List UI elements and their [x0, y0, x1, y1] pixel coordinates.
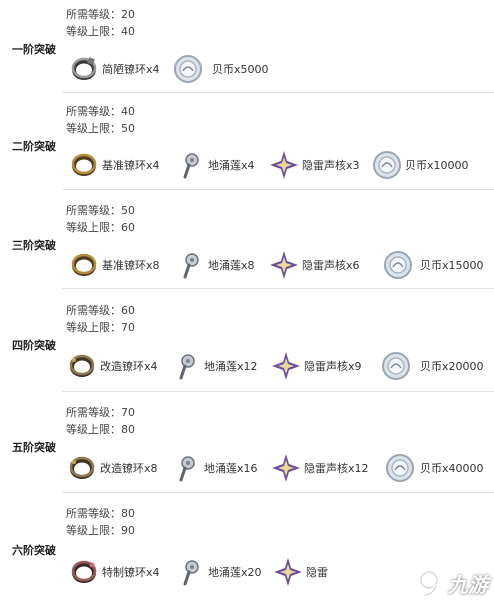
- level-cap: 等级上限：40: [66, 25, 135, 38]
- stage-title: 六阶突破: [12, 544, 56, 557]
- material-item: 隐雷声核x6: [268, 248, 360, 282]
- shell-coin-icon: [172, 53, 204, 85]
- stage-title: 二阶突破: [12, 140, 56, 153]
- watermark: 九游: [416, 568, 488, 598]
- level-cap: 等级上限：50: [66, 122, 135, 135]
- material-label: 地涌莲x16: [204, 462, 258, 475]
- ring-plain-icon: [68, 53, 100, 85]
- material-label: 特制镣环x4: [102, 566, 160, 579]
- ring-modified-icon: [66, 452, 98, 484]
- ring-modified-icon: [66, 350, 98, 382]
- material-label: 简陋镣环x4: [102, 63, 160, 76]
- material-label: 地涌莲x8: [208, 259, 255, 272]
- shell-coin-icon: [384, 452, 416, 484]
- material-item: 改造镣环x4: [66, 349, 158, 383]
- ring-gold-icon: [68, 149, 100, 181]
- material-label: 贝币x15000: [420, 259, 484, 272]
- required-level: 所需等级：80: [66, 507, 135, 520]
- material-label: 基准镣环x8: [102, 259, 160, 272]
- material-label: 贝币x20000: [420, 360, 484, 373]
- thunder-core-icon: [270, 350, 302, 382]
- material-label: 地涌莲x12: [204, 360, 258, 373]
- thunder-core-icon: [272, 556, 304, 588]
- lotus-stone-icon: [170, 350, 202, 382]
- required-level: 所需等级：40: [66, 105, 135, 118]
- stage-row-3: 所需等级：50 等级上限：60 三阶突破 基准镣环x8 地涌莲x8 隐雷声核x6…: [0, 190, 494, 288]
- thunder-core-icon: [270, 452, 302, 484]
- material-label: 地涌莲x20: [208, 566, 262, 579]
- material-label: 隐雷声核x6: [302, 259, 360, 272]
- material-label: 改造镣环x8: [100, 462, 158, 475]
- material-item: 贝币x15000: [382, 248, 484, 282]
- material-item: 简陋镣环x4: [68, 52, 160, 86]
- material-label: 改造镣环x4: [100, 360, 158, 373]
- material-item: 地涌莲x8: [174, 248, 255, 282]
- material-label: 隐雷声核x3: [302, 159, 360, 172]
- material-label: 基准镣环x4: [102, 159, 160, 172]
- required-level: 所需等级：50: [66, 204, 135, 217]
- level-cap: 等级上限：90: [66, 524, 135, 537]
- material-item: 隐雷声核x9: [270, 349, 362, 383]
- lotus-stone-icon: [174, 149, 206, 181]
- thunder-core-icon: [268, 149, 300, 181]
- shell-coin-icon: [380, 350, 412, 382]
- stage-title: 四阶突破: [12, 339, 56, 352]
- material-label: 地涌莲x4: [208, 159, 255, 172]
- material-item: 隐雷声核x12: [270, 451, 369, 485]
- stage-title: 五阶突破: [12, 441, 56, 454]
- thunder-core-icon: [268, 249, 300, 281]
- stage-row-2: 所需等级：40 等级上限：50 二阶突破 基准镣环x4 地涌莲x4 隐雷声核x3…: [0, 93, 494, 189]
- ring-gold-icon: [68, 249, 100, 281]
- stage-title: 一阶突破: [12, 43, 56, 56]
- material-label: 贝币x5000: [212, 63, 269, 76]
- material-label: 隐雷声核x9: [304, 360, 362, 373]
- ring-special-icon: [68, 556, 100, 588]
- stage-row-1: 所需等级：20 等级上限：40 一阶突破 简陋镣环x4 贝币x5000: [0, 0, 494, 92]
- material-item: 贝币x10000: [371, 148, 469, 182]
- material-item: 隐雷: [272, 555, 328, 589]
- level-cap: 等级上限：60: [66, 221, 135, 234]
- shell-coin-icon: [371, 149, 403, 181]
- material-label: 贝币x10000: [405, 159, 469, 172]
- required-level: 所需等级：70: [66, 406, 135, 419]
- material-list: 基准镣环x4 地涌莲x4 隐雷声核x3 贝币x10000: [66, 148, 494, 182]
- material-item: 地涌莲x16: [170, 451, 258, 485]
- material-item: 特制镣环x4: [68, 555, 160, 589]
- material-item: 地涌莲x20: [174, 555, 262, 589]
- material-item: 隐雷声核x3: [268, 148, 360, 182]
- material-label: 贝币x40000: [420, 462, 484, 475]
- required-level: 所需等级：60: [66, 304, 135, 317]
- material-label: 隐雷声核x12: [304, 462, 369, 475]
- stage-title: 三阶突破: [12, 239, 56, 252]
- level-cap: 等级上限：80: [66, 423, 135, 436]
- lotus-stone-icon: [170, 452, 202, 484]
- material-list: 简陋镣环x4 贝币x5000: [66, 52, 494, 86]
- lotus-stone-icon: [174, 556, 206, 588]
- material-item: 贝币x5000: [172, 52, 269, 86]
- level-cap: 等级上限：70: [66, 321, 135, 334]
- 9game-logo-icon: [416, 568, 446, 598]
- stage-row-5: 所需等级：70 等级上限：80 五阶突破 改造镣环x8 地涌莲x16 隐雷声核x…: [0, 392, 494, 492]
- material-item: 基准镣环x8: [68, 248, 160, 282]
- material-item: 贝币x20000: [380, 349, 484, 383]
- shell-coin-icon: [382, 249, 414, 281]
- material-item: 改造镣环x8: [66, 451, 158, 485]
- material-item: 基准镣环x4: [68, 148, 160, 182]
- material-list: 改造镣环x4 地涌莲x12 隐雷声核x9 贝币x20000: [66, 349, 494, 383]
- required-level: 所需等级：20: [66, 8, 135, 21]
- lotus-stone-icon: [174, 249, 206, 281]
- material-list: 改造镣环x8 地涌莲x16 隐雷声核x12 贝币x40000: [66, 451, 494, 485]
- stage-row-4: 所需等级：60 等级上限：70 四阶突破 改造镣环x4 地涌莲x12 隐雷声核x…: [0, 289, 494, 391]
- material-item: 地涌莲x12: [170, 349, 258, 383]
- material-list: 基准镣环x8 地涌莲x8 隐雷声核x6 贝币x15000: [66, 248, 494, 282]
- material-item: 地涌莲x4: [174, 148, 255, 182]
- watermark-text: 九游: [448, 572, 488, 597]
- material-label: 隐雷: [306, 566, 328, 579]
- material-item: 贝币x40000: [384, 451, 484, 485]
